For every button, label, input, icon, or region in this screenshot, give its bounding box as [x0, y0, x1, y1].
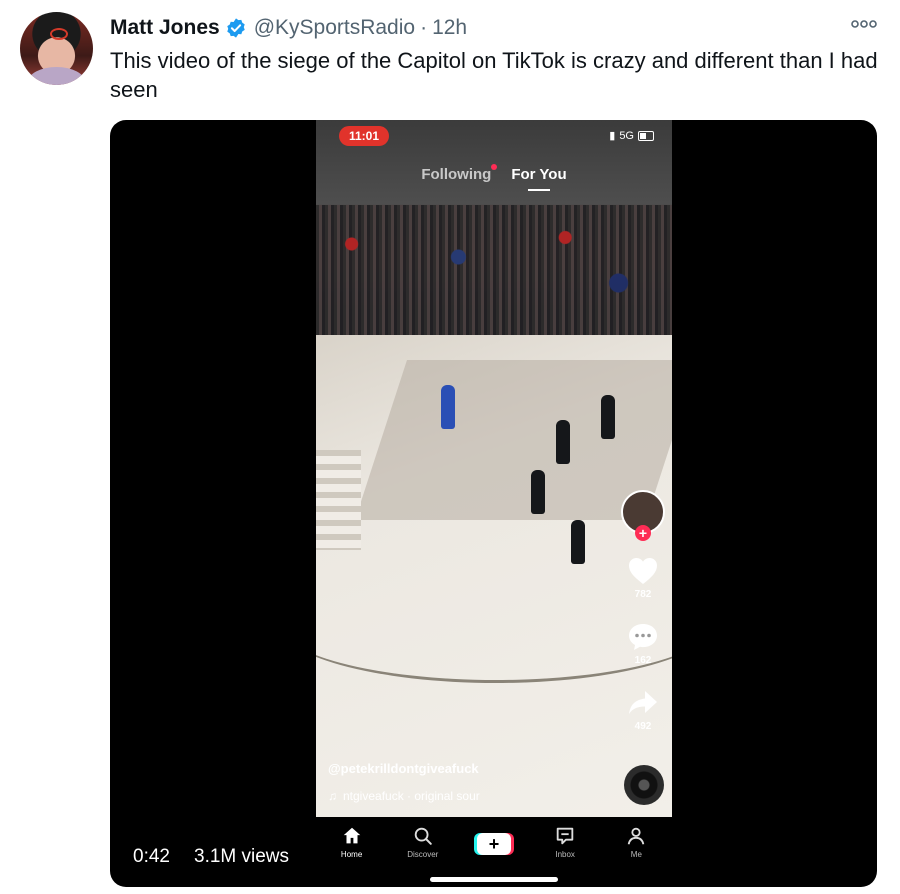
home-indicator	[430, 877, 558, 882]
verified-badge-icon	[226, 18, 245, 38]
tiktok-screen-recording: 11:01 ▮ 5G Following For You + 782 162 4…	[316, 120, 672, 887]
officer-figure	[556, 420, 570, 464]
video-frame	[316, 120, 672, 817]
network-label: 5G	[619, 129, 634, 142]
heart-icon	[629, 558, 657, 584]
comment-action[interactable]: 162	[627, 622, 659, 666]
create-icon: +	[476, 833, 511, 855]
status-bar-right: ▮ 5G	[609, 129, 654, 142]
tiktok-username[interactable]: @petekrilldontgiveafuck	[328, 761, 479, 776]
nav-discover-label: Discover	[407, 850, 439, 859]
battery-icon	[638, 130, 654, 141]
profile-icon	[628, 827, 645, 845]
plaza-arc	[316, 560, 672, 683]
notification-dot	[491, 164, 498, 170]
sound-text: ntgiveafuck · original sour	[343, 789, 480, 803]
nav-home[interactable]: Home	[327, 825, 377, 887]
more-options-icon[interactable]	[850, 16, 878, 32]
status-time: 11:01	[339, 126, 389, 146]
view-count: 3.1M views	[194, 846, 290, 867]
sound-disc-icon[interactable]	[624, 765, 664, 805]
tiktok-feed-tabs: Following For You	[316, 164, 672, 183]
creator-avatar[interactable]: +	[621, 490, 665, 541]
steps	[316, 450, 361, 550]
signal-icon: ▮	[609, 130, 616, 142]
nav-home-label: Home	[340, 850, 363, 859]
search-icon	[414, 827, 432, 845]
officer-figure	[601, 395, 615, 439]
cap-logo-icon	[50, 28, 68, 40]
tab-following-label: Following	[421, 166, 492, 183]
avatar-shirt	[28, 67, 85, 85]
officer-figure	[571, 520, 585, 564]
avatar[interactable]	[20, 12, 93, 85]
tweet-header: Matt Jones @KySportsRadio · 12h	[110, 14, 467, 42]
protester-figure	[441, 385, 455, 429]
like-count: 782	[634, 589, 652, 600]
author-name[interactable]: Matt Jones	[110, 16, 220, 40]
nav-me-label: Me	[630, 850, 642, 859]
nav-inbox-label: Inbox	[555, 850, 575, 859]
tweet-text: This video of the siege of the Capitol o…	[110, 48, 878, 102]
tiktok-action-rail: + 782 162 492	[620, 490, 666, 732]
tab-following[interactable]: Following	[421, 164, 498, 183]
comment-icon	[629, 624, 657, 650]
crowd	[316, 205, 672, 335]
share-count: 492	[634, 721, 652, 732]
tweet-timestamp[interactable]: 12h	[432, 16, 467, 40]
like-action[interactable]: 782	[627, 556, 659, 600]
follow-plus-icon[interactable]: +	[635, 525, 651, 541]
music-note-icon: ♫	[328, 789, 337, 803]
tiktok-sound[interactable]: ♫ ntgiveafuck · original sour	[328, 789, 480, 803]
video-duration: 0:42	[133, 846, 170, 867]
home-icon	[343, 827, 360, 844]
tab-for-you[interactable]: For You	[511, 166, 566, 183]
inbox-icon	[556, 827, 574, 845]
comment-count: 162	[634, 655, 652, 666]
share-icon	[629, 691, 657, 714]
author-handle[interactable]: @KySportsRadio	[254, 16, 415, 40]
separator-dot: ·	[420, 16, 428, 39]
nav-me[interactable]: Me	[611, 825, 661, 887]
video-player[interactable]: 11:01 ▮ 5G Following For You + 782 162 4…	[110, 120, 877, 887]
share-action[interactable]: 492	[627, 688, 659, 732]
officer-figure	[531, 470, 545, 514]
